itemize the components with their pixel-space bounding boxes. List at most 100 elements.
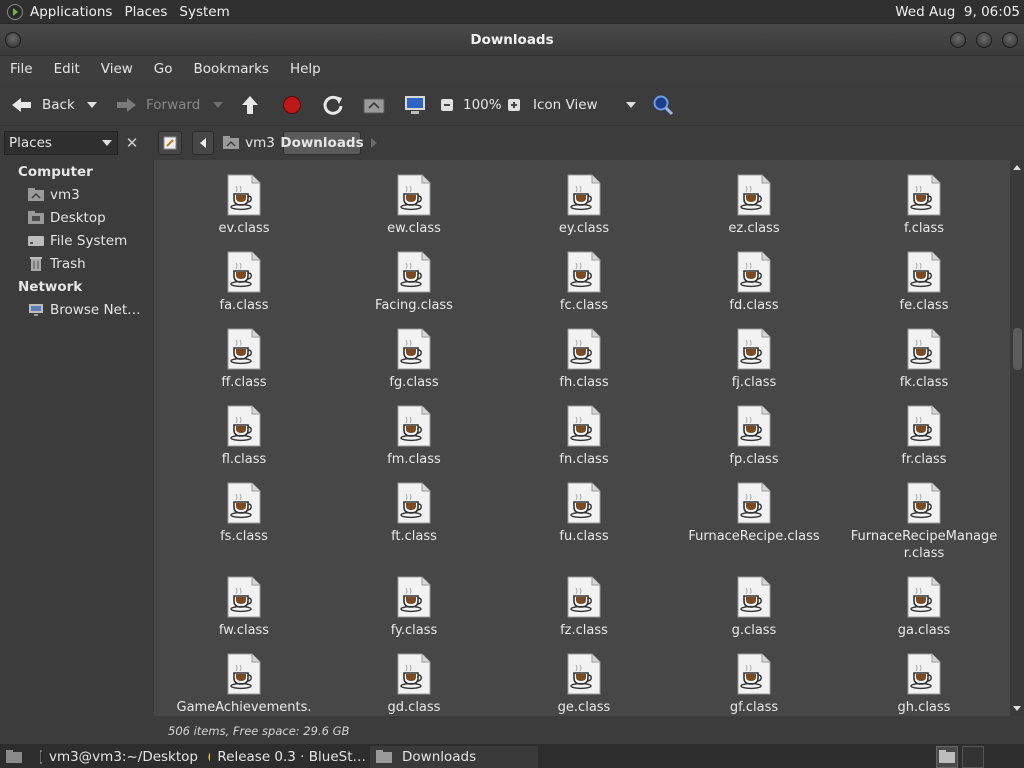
vertical-scrollbar[interactable] bbox=[1010, 160, 1024, 716]
file-item[interactable]: ev.class bbox=[159, 174, 329, 237]
file-item[interactable]: ff.class bbox=[159, 328, 329, 391]
task-downloads[interactable]: Downloads bbox=[370, 746, 538, 768]
minimize-button[interactable] bbox=[950, 32, 966, 48]
task-terminal[interactable]: vm3@vm3:~/Desktop bbox=[34, 746, 198, 768]
file-item-clipped[interactable] bbox=[921, 160, 927, 162]
file-item[interactable]: fj.class bbox=[669, 328, 839, 391]
file-item[interactable]: gd.class bbox=[329, 653, 499, 716]
file-item[interactable]: fd.class bbox=[669, 251, 839, 314]
search-button[interactable] bbox=[652, 89, 674, 121]
file-icon-view[interactable]: ev.class ew.class ey.class ez.class f.class f… bbox=[154, 160, 1010, 716]
file-item-clipped[interactable] bbox=[241, 160, 247, 162]
task-browser[interactable]: Release 0.3 · BlueSt… bbox=[202, 746, 366, 768]
file-item[interactable]: g.class bbox=[669, 576, 839, 639]
file-name: ge.class bbox=[557, 700, 611, 715]
reload-button[interactable] bbox=[322, 89, 344, 121]
file-item[interactable]: GameAchievements. bbox=[159, 653, 329, 716]
back-button[interactable]: Back bbox=[10, 89, 75, 121]
file-item[interactable]: fp.class bbox=[669, 405, 839, 468]
system-menu[interactable]: System bbox=[173, 4, 235, 20]
menu-bookmarks[interactable]: Bookmarks bbox=[188, 61, 275, 77]
close-icon[interactable]: ✕ bbox=[122, 133, 142, 153]
menu-file[interactable]: File bbox=[4, 61, 39, 77]
file-item[interactable]: fr.class bbox=[839, 405, 1009, 468]
file-item[interactable]: ez.class bbox=[669, 174, 839, 237]
file-item[interactable]: gf.class bbox=[669, 653, 839, 716]
workspace-2[interactable] bbox=[962, 746, 984, 768]
path-button-downloads[interactable]: Downloads bbox=[280, 131, 364, 155]
file-item[interactable]: f.class bbox=[839, 174, 1009, 237]
file-item[interactable]: fg.class bbox=[329, 328, 499, 391]
file-item[interactable]: Facing.class bbox=[329, 251, 499, 314]
path-scroll-right[interactable] bbox=[364, 131, 384, 155]
show-desktop-button[interactable] bbox=[0, 746, 26, 768]
file-item[interactable]: fe.class bbox=[839, 251, 1009, 314]
zoom-out-button[interactable] bbox=[440, 89, 454, 121]
places-menu[interactable]: Places bbox=[118, 4, 173, 20]
file-item[interactable]: fl.class bbox=[159, 405, 329, 468]
scroll-down-arrow-icon[interactable] bbox=[1010, 704, 1024, 714]
file-item[interactable]: FurnaceRecipe.class bbox=[669, 482, 839, 545]
file-item[interactable]: ga.class bbox=[839, 576, 1009, 639]
java-class-file-icon bbox=[906, 328, 942, 370]
file-item[interactable]: ge.class bbox=[499, 653, 669, 716]
sidebar-item-browse-network[interactable]: Browse Net… bbox=[28, 302, 141, 318]
sidebar-item-trash[interactable]: Trash bbox=[28, 256, 86, 272]
file-item[interactable]: fh.class bbox=[499, 328, 669, 391]
applications-menu[interactable]: Applications bbox=[24, 4, 118, 20]
file-item[interactable]: fw.class bbox=[159, 576, 329, 639]
menu-edit[interactable]: Edit bbox=[48, 61, 86, 77]
menu-go[interactable]: Go bbox=[148, 61, 179, 77]
file-item[interactable]: fu.class bbox=[499, 482, 669, 545]
scrollbar-thumb[interactable] bbox=[1013, 328, 1022, 370]
file-item[interactable]: fz.class bbox=[499, 576, 669, 639]
path-button-vm3[interactable]: vm3 bbox=[218, 131, 280, 155]
computer-button[interactable] bbox=[403, 89, 427, 121]
path-scroll-left[interactable] bbox=[192, 131, 214, 155]
file-item[interactable]: ew.class bbox=[329, 174, 499, 237]
forward-history-dropdown[interactable] bbox=[212, 89, 224, 121]
close-button[interactable] bbox=[1002, 32, 1018, 48]
scroll-up-arrow-icon[interactable] bbox=[1010, 162, 1024, 172]
stop-button[interactable] bbox=[282, 89, 302, 121]
view-mode-select[interactable]: Icon View bbox=[533, 89, 637, 121]
up-button[interactable] bbox=[240, 89, 260, 121]
file-item[interactable]: fc.class bbox=[499, 251, 669, 314]
file-item[interactable]: ft.class bbox=[329, 482, 499, 545]
sidebar-item-vm3[interactable]: vm3 bbox=[28, 187, 80, 203]
zoom-in-button[interactable] bbox=[507, 89, 521, 121]
file-item-clipped[interactable] bbox=[581, 160, 587, 162]
side-pane-selector[interactable]: Places bbox=[4, 131, 118, 155]
back-history-dropdown[interactable] bbox=[86, 89, 98, 121]
file-item[interactable]: fy.class bbox=[329, 576, 499, 639]
file-item[interactable]: fa.class bbox=[159, 251, 329, 314]
file-item[interactable]: fm.class bbox=[329, 405, 499, 468]
java-class-file-icon bbox=[736, 405, 772, 447]
toggle-location-button[interactable] bbox=[158, 131, 182, 155]
gnome-foot-icon[interactable] bbox=[6, 3, 24, 21]
menu-help[interactable]: Help bbox=[284, 61, 327, 77]
java-class-file-icon bbox=[736, 482, 772, 524]
reload-icon bbox=[323, 95, 343, 115]
file-name: ev.class bbox=[218, 221, 270, 236]
file-item[interactable]: fn.class bbox=[499, 405, 669, 468]
workspace-switcher[interactable] bbox=[936, 746, 958, 768]
file-item[interactable]: fs.class bbox=[159, 482, 329, 545]
file-item[interactable]: fk.class bbox=[839, 328, 1009, 391]
sidebar-item-filesystem[interactable]: File System bbox=[28, 233, 127, 249]
clock[interactable]: Wed Aug 9, 06:05 bbox=[889, 4, 1024, 20]
file-item[interactable]: gh.class bbox=[839, 653, 1009, 716]
home-button[interactable] bbox=[363, 89, 385, 121]
window-titlebar[interactable]: Downloads bbox=[0, 24, 1024, 56]
file-item[interactable]: ey.class bbox=[499, 174, 669, 237]
file-item-clipped[interactable] bbox=[411, 160, 417, 162]
menu-view[interactable]: View bbox=[95, 61, 139, 77]
window-menu-button[interactable] bbox=[5, 32, 21, 48]
file-item[interactable]: FurnaceRecipeManage r.class bbox=[839, 482, 1009, 562]
file-item-clipped[interactable] bbox=[751, 160, 757, 162]
sidebar-item-desktop[interactable]: Desktop bbox=[28, 210, 106, 226]
maximize-button[interactable] bbox=[976, 32, 992, 48]
forward-button[interactable]: Forward bbox=[114, 89, 200, 121]
path-label: Downloads bbox=[280, 135, 364, 151]
java-class-file-icon bbox=[396, 576, 432, 618]
